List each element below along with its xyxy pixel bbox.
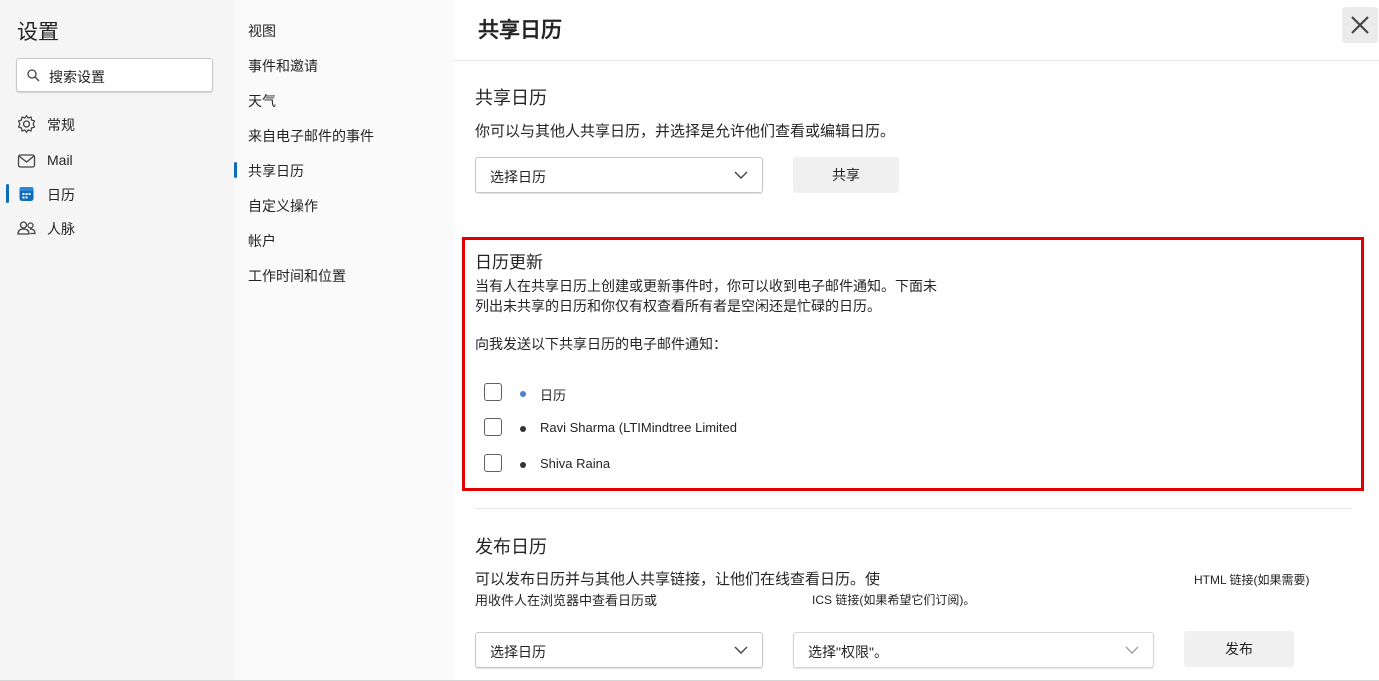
calendar-color-dot <box>520 391 526 397</box>
gear-icon <box>17 114 36 134</box>
calendar-checkbox[interactable] <box>484 454 502 472</box>
updates-prompt: 向我发送以下共享日历的电子邮件通知： <box>475 336 727 352</box>
select-value: 选择"权限"。 <box>808 644 888 660</box>
search-settings-input[interactable]: 搜索设置 <box>16 58 213 92</box>
nav-item-mail[interactable]: Mail <box>0 146 234 176</box>
search-placeholder: 搜索设置 <box>49 69 105 85</box>
settings-sidebar: 设置 搜索设置 常规 Mail 日历 人脉 <box>0 0 234 681</box>
submenu-item-view[interactable]: 视图 <box>248 21 448 43</box>
calendar-color-dot <box>520 462 526 468</box>
submenu-item-accounts[interactable]: 帐户 <box>248 231 448 253</box>
select-value: 选择日历 <box>490 644 546 660</box>
updates-description-line2: 列出未共享的日历和你仅有权查看所有者是空闲还是忙碌的日历。 <box>475 298 881 314</box>
submenu-item-shared-calendars[interactable]: 共享日历 <box>248 161 448 183</box>
search-icon <box>27 69 40 82</box>
share-calendar-select[interactable]: 选择日历 <box>475 157 763 193</box>
select-value: 选择日历 <box>490 169 546 185</box>
section-divider <box>475 508 1352 509</box>
calendar-name: Ravi Sharma (LTIMindtree Limited <box>540 420 737 435</box>
publish-heading: 发布日历 <box>475 537 547 557</box>
updates-description-line1: 当有人在共享日历上创建或更新事件时，你可以收到电子邮件通知。下面未 <box>475 278 937 294</box>
calendar-checkbox[interactable] <box>484 418 502 436</box>
calendar-submenu: 视图 事件和邀请 天气 来自电子邮件的事件 共享日历 自定义操作 帐户 工作时间… <box>234 0 454 681</box>
settings-title: 设置 <box>17 21 59 44</box>
submenu-item-custom-actions[interactable]: 自定义操作 <box>248 196 448 218</box>
calendar-color-dot <box>520 426 526 432</box>
calendar-name: 日历 <box>540 388 567 403</box>
nav-item-people[interactable]: 人脉 <box>0 213 234 243</box>
nav-item-general[interactable]: 常规 <box>0 109 234 139</box>
ics-link-note: ICS 链接(如果希望它们订阅)。 <box>812 593 976 607</box>
updates-heading: 日历更新 <box>475 253 543 272</box>
publish-description-line2: 用收件人在浏览器中查看日历或 <box>475 593 658 608</box>
page-title: 共享日历 <box>478 19 562 42</box>
submenu-item-events-invites[interactable]: 事件和邀请 <box>248 56 448 78</box>
share-heading: 共享日历 <box>475 88 547 108</box>
header-divider <box>454 60 1379 61</box>
selected-indicator <box>234 162 237 178</box>
submenu-item-work-hours[interactable]: 工作时间和位置 <box>248 266 448 288</box>
chevron-down-icon <box>734 171 748 179</box>
publish-button[interactable]: 发布 <box>1184 631 1294 667</box>
submenu-item-weather[interactable]: 天气 <box>248 91 448 113</box>
selected-indicator <box>6 184 9 203</box>
calendar-checkbox[interactable] <box>484 383 502 401</box>
nav-item-calendar[interactable]: 日历 <box>0 179 234 209</box>
nav-item-label: 人脉 <box>47 221 75 237</box>
close-icon <box>1351 16 1369 34</box>
share-description: 你可以与其他人共享日历，并选择是允许他们查看或编辑日历。 <box>475 123 896 140</box>
calendar-name: Shiva Raina <box>540 456 611 471</box>
html-link-note: HTML 链接(如果需要) <box>1194 573 1310 587</box>
close-button[interactable] <box>1342 7 1378 43</box>
share-button[interactable]: 共享 <box>793 157 899 193</box>
submenu-item-events-from-email[interactable]: 来自电子邮件的事件 <box>248 126 448 148</box>
chevron-down-icon <box>734 646 748 654</box>
chevron-down-icon <box>1125 646 1139 654</box>
permission-select[interactable]: 选择"权限"。 <box>793 632 1154 668</box>
nav-item-label: 日历 <box>47 187 75 203</box>
nav-item-label: 常规 <box>47 117 75 133</box>
calendar-icon <box>19 187 34 201</box>
mail-icon <box>17 154 36 168</box>
nav-item-label: Mail <box>47 152 73 168</box>
shared-calendars-pane: 共享日历 共享日历 你可以与其他人共享日历，并选择是允许他们查看或编辑日历。 选… <box>454 0 1379 681</box>
publish-description-line1: 可以发布日历并与其他人共享链接，让他们在线查看日历。使 <box>475 571 881 588</box>
publish-calendar-select[interactable]: 选择日历 <box>475 632 763 668</box>
people-icon <box>17 221 36 235</box>
